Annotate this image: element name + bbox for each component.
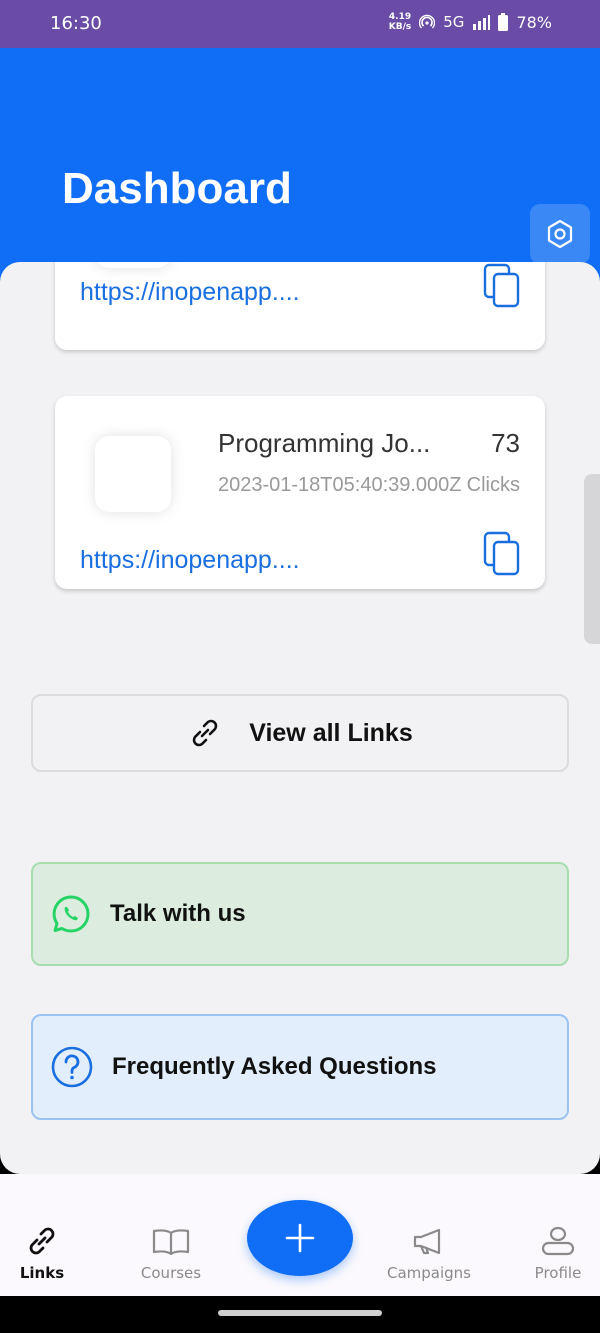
- book-icon: [152, 1229, 190, 1256]
- home-gesture-handle[interactable]: [218, 1310, 382, 1316]
- whatsapp-icon: [52, 895, 90, 933]
- dashboard-header: Dashboard: [0, 48, 600, 288]
- nav-label-links: Links: [19, 1264, 65, 1282]
- scrollbar[interactable]: [584, 474, 600, 644]
- question-icon: [51, 1046, 93, 1088]
- link-thumbnail: [95, 262, 171, 268]
- link-title: Programming Jo...: [218, 428, 431, 458]
- view-all-links-label: View all Links: [249, 718, 413, 747]
- copy-icon[interactable]: [481, 262, 523, 310]
- nav-item-courses[interactable]: Courses: [111, 1226, 231, 1282]
- nav-label-courses: Courses: [140, 1264, 202, 1282]
- link-thumbnail: [95, 436, 171, 512]
- link-url[interactable]: https://inopenapp....: [80, 278, 300, 307]
- signal-icon: [473, 15, 491, 30]
- page-title: Dashboard: [62, 164, 292, 213]
- status-time: 16:30: [50, 13, 102, 34]
- create-link-button[interactable]: [247, 1200, 353, 1276]
- nav-item-links[interactable]: Links: [0, 1226, 102, 1282]
- user-icon: [541, 1226, 575, 1256]
- battery-icon: [498, 13, 509, 31]
- copy-icon[interactable]: [481, 530, 523, 578]
- network-speed: 4.19 KB/s: [388, 12, 412, 32]
- link-icon: [29, 1227, 55, 1255]
- nav-label-campaigns: Campaigns: [386, 1264, 471, 1282]
- faq-label: Frequently Asked Questions: [112, 1053, 437, 1080]
- settings-button[interactable]: [530, 204, 590, 264]
- bottom-navigation: Links Courses Campaigns Profile: [0, 1174, 600, 1296]
- link-url[interactable]: https://inopenapp....: [80, 546, 300, 575]
- plus-icon: [285, 1223, 315, 1253]
- system-gesture-bar: [0, 1296, 600, 1333]
- network-type: 5G: [443, 13, 465, 31]
- megaphone-icon: [413, 1228, 441, 1255]
- nav-item-campaigns[interactable]: Campaigns: [369, 1226, 489, 1282]
- nav-label-profile: Profile: [534, 1264, 582, 1282]
- talk-with-us-button[interactable]: Talk with us: [31, 862, 569, 966]
- status-indicators: 4.19 KB/s 5G 78%: [389, 12, 552, 32]
- status-bar: 16:30 4.19 KB/s 5G 78%: [0, 0, 600, 48]
- talk-with-us-label: Talk with us: [110, 900, 246, 927]
- link-created-date: 2023-01-18T05:40:39.000Z: [218, 474, 462, 496]
- battery-percent: 78%: [516, 12, 552, 32]
- click-count: 73: [491, 428, 520, 458]
- view-all-links-button[interactable]: View all Links: [31, 694, 569, 772]
- dashboard-content: https://inopenapp.... Programming Jo... …: [0, 262, 600, 1174]
- clicks-label: Clicks: [466, 474, 520, 496]
- hotspot-icon: [419, 14, 436, 29]
- link-card[interactable]: https://inopenapp....: [55, 262, 545, 350]
- link-card[interactable]: Programming Jo... 73 2023-01-18T05:40:39…: [55, 396, 545, 589]
- nav-item-profile[interactable]: Profile: [498, 1226, 600, 1282]
- hexagon-settings-icon: [547, 219, 573, 249]
- link-icon: [192, 719, 218, 747]
- faq-button[interactable]: Frequently Asked Questions: [31, 1014, 569, 1120]
